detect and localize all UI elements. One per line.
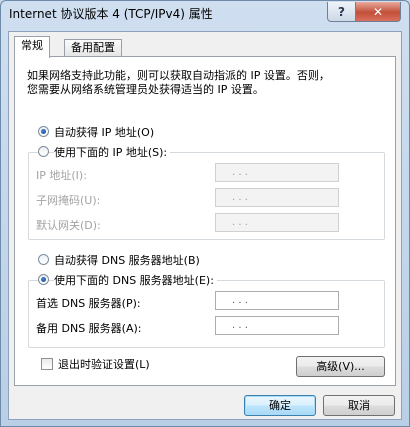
manual-dns-label[interactable]: 使用下面的 DNS 服务器地址(E):: [54, 272, 217, 288]
preferred-dns-dots: . . .: [232, 295, 248, 306]
auto-dns-label[interactable]: 自动获得 DNS 服务器地址(B): [54, 252, 200, 268]
default-gateway-dots: . . .: [232, 217, 248, 228]
subnet-mask-dots: . . .: [232, 192, 248, 203]
manual-ip-label[interactable]: 使用下面的 IP 地址(S):: [54, 144, 171, 160]
ip-address-label: IP 地址(I):: [36, 169, 87, 182]
title-bar[interactable]: Internet 协议版本 4 (TCP/IPv4) 属性 ? ✕: [1, 1, 409, 31]
subnet-mask-field: . . .: [215, 188, 339, 207]
tab-alternate-config[interactable]: 备用配置: [64, 39, 122, 56]
ip-address-dots: . . .: [232, 167, 248, 178]
tab-panel-general: 如果网络支持此功能，则可以获取自动指派的 IP 设置。否则， 您需要从网络系统管…: [14, 56, 396, 386]
description-text: 如果网络支持此功能，则可以获取自动指派的 IP 设置。否则， 您需要从网络系统管…: [27, 69, 330, 96]
alternate-dns-label: 备用 DNS 服务器(A):: [36, 322, 142, 335]
validate-label[interactable]: 退出时验证设置(L): [58, 356, 150, 372]
subnet-mask-label: 子网掩码(U):: [36, 194, 101, 207]
ok-button[interactable]: 确定: [244, 395, 316, 416]
ip-address-field: . . .: [215, 163, 339, 182]
advanced-button[interactable]: 高级(V)...: [296, 356, 385, 377]
auto-ip-label[interactable]: 自动获得 IP 地址(O): [54, 124, 154, 140]
default-gateway-label: 默认网关(D):: [36, 219, 101, 232]
alternate-dns-dots: . . .: [232, 320, 248, 331]
default-gateway-field: . . .: [215, 213, 339, 232]
close-button[interactable]: ✕: [355, 2, 401, 22]
cancel-button[interactable]: 取消: [323, 395, 395, 416]
dialog-client: 常规 备用配置 如果网络支持此功能，则可以获取自动指派的 IP 设置。否则， 您…: [8, 31, 402, 420]
alternate-dns-field[interactable]: . . .: [215, 316, 339, 335]
dialog-window: Internet 协议版本 4 (TCP/IPv4) 属性 ? ✕ 常规 备用配…: [0, 0, 410, 427]
preferred-dns-field[interactable]: . . .: [215, 291, 339, 310]
auto-ip-radio[interactable]: [38, 126, 49, 137]
tab-general[interactable]: 常规: [14, 36, 50, 58]
close-icon: ✕: [372, 4, 384, 19]
help-button[interactable]: ?: [327, 2, 356, 22]
window-title: Internet 协议版本 4 (TCP/IPv4) 属性: [9, 7, 213, 21]
auto-dns-radio[interactable]: [38, 254, 49, 265]
help-icon: ?: [338, 4, 345, 19]
validate-checkbox[interactable]: [41, 358, 53, 370]
manual-dns-radio[interactable]: [38, 274, 49, 285]
preferred-dns-label: 首选 DNS 服务器(P):: [36, 297, 141, 310]
manual-ip-radio[interactable]: [38, 146, 49, 157]
